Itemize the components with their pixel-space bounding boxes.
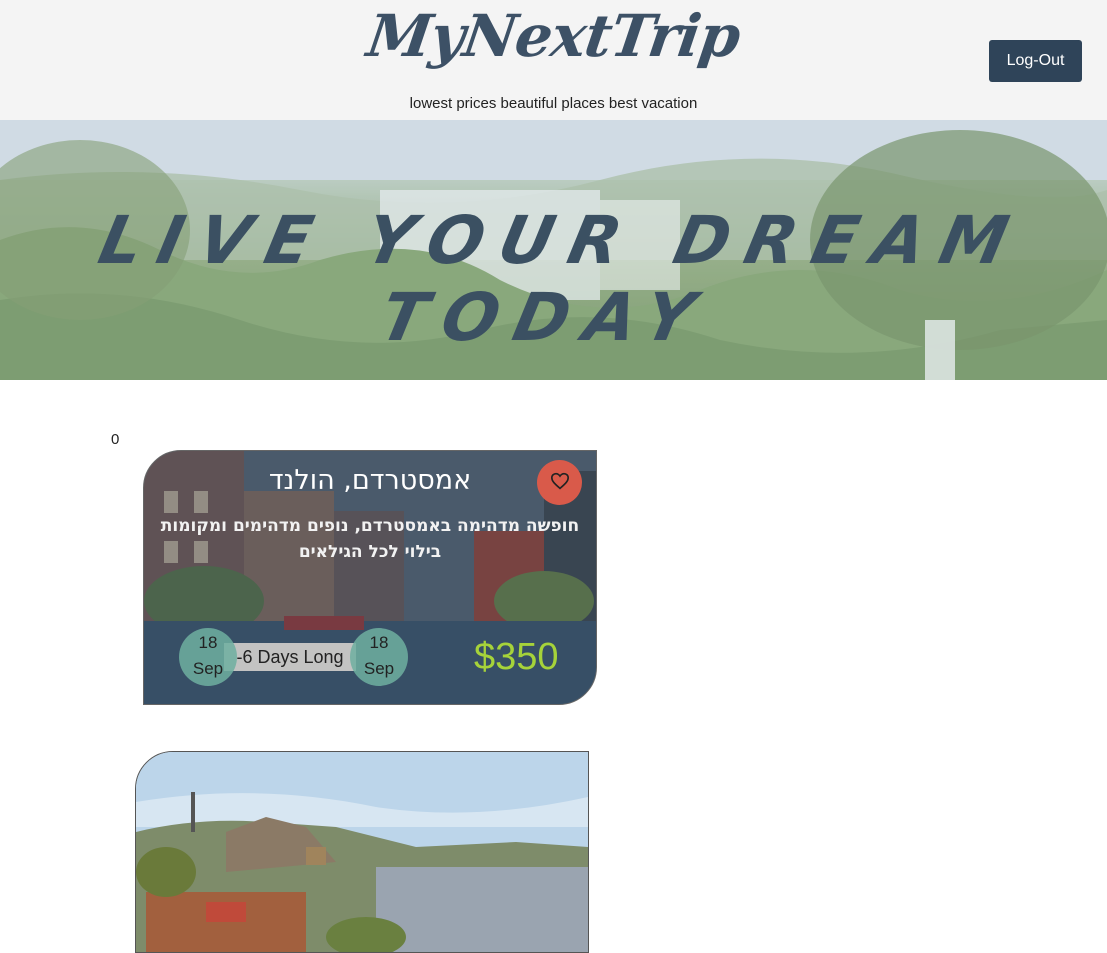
start-month: Sep [192, 659, 224, 678]
start-day: 18 [198, 633, 218, 652]
hero-headline: LIVE YOUR DREAM TODAY [92, 202, 1031, 356]
site-tagline: lowest prices beautiful places best vaca… [409, 95, 698, 112]
end-day: 18 [369, 633, 389, 652]
site-logo[interactable]: MyNextTrip [0, 2, 1107, 70]
tbilisi-city-image [136, 752, 588, 952]
vacation-card[interactable] [135, 751, 589, 953]
start-date-badge: 18 Sep [179, 628, 237, 686]
favorite-button[interactable] [537, 460, 582, 505]
end-date-badge: 18 Sep [350, 628, 408, 686]
end-month: Sep [363, 659, 395, 678]
vacation-card[interactable]: אמסטרדם, הולנד חופשה מדהימה באמסטרדם, נו… [143, 450, 597, 705]
hero-banner: LIVE YOUR DREAM TODAY [0, 120, 1107, 380]
vacation-destination: אמסטרדם, הולנד [268, 465, 472, 496]
logout-button[interactable]: Log-Out [989, 40, 1082, 82]
vacation-duration: -6 Days Long [224, 643, 356, 671]
heart-icon [550, 472, 570, 494]
vacation-description: חופשה מדהימה באמסטרדם, נופים מדהימים ומק… [160, 516, 580, 562]
vacation-counter: 0 [111, 431, 120, 448]
vacation-price: $350 [474, 636, 559, 678]
site-header: MyNextTrip lowest prices beautiful place… [0, 0, 1107, 120]
